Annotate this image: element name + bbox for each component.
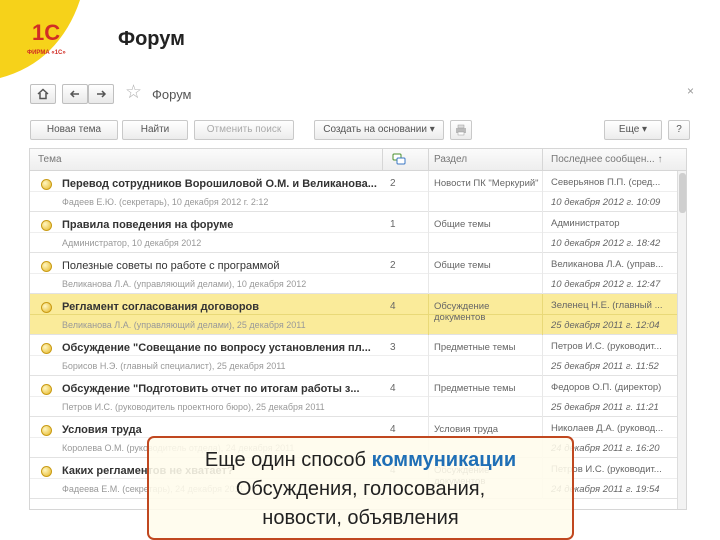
topic-title[interactable]: Полезные советы по работе с программой [62, 260, 382, 272]
star-icon[interactable]: ☆ [125, 82, 142, 104]
create-based-on-button[interactable]: Создать на основании ▾ [314, 120, 444, 140]
topic-status-icon [41, 179, 52, 190]
print-button[interactable] [450, 120, 472, 140]
table-row[interactable]: Обсуждение "Подготовить отчет по итогам … [30, 376, 686, 417]
topic-author: Петров И.С. (руководитель проектного бюр… [62, 402, 325, 412]
chevron-down-icon: ▾ [429, 124, 435, 135]
arrow-left-icon [69, 90, 79, 98]
forward-button[interactable] [88, 84, 114, 104]
home-icon [37, 88, 49, 100]
last-message-author: Великанова Л.А. (управ... [551, 259, 664, 270]
last-message-date: 25 декабря 2011 г. 12:04 [551, 320, 660, 331]
home-button[interactable] [30, 84, 56, 104]
topic-author: Великанова Л.А. (управляющий делами), 25… [62, 320, 306, 330]
topic-section: Общие темы [434, 219, 491, 230]
window-nav-bar: ☆ Форум × [24, 82, 700, 108]
command-bar: Новая тема Найти Отменить поиск Создать … [24, 118, 700, 142]
vertical-scrollbar[interactable] [677, 171, 686, 509]
more-label: Еще [618, 124, 640, 135]
topic-title[interactable]: Обсуждение "Совещание по вопросу установ… [62, 342, 382, 354]
callout-line-3: новости, объявления [262, 507, 459, 529]
chevron-down-icon: ▾ [642, 124, 648, 135]
message-count: 4 [390, 424, 396, 435]
last-message-date: 25 декабря 2011 г. 11:52 [551, 361, 659, 372]
close-icon[interactable]: × [687, 84, 694, 98]
logo-text: ФИРМА «1С» [27, 50, 66, 56]
messages-count-icon[interactable] [392, 153, 406, 166]
topic-section: Обсуждение документов [434, 301, 490, 323]
last-message-author: Зеленец Н.Е. (главный ... [551, 300, 663, 311]
callout-highlight: коммуникации [371, 449, 517, 471]
callout-line-1: Еще один способ коммуникации [149, 446, 572, 475]
topic-section: Предметные темы [434, 383, 516, 394]
topic-status-icon [41, 261, 52, 272]
topic-title[interactable]: Правила поведения на форуме [62, 219, 382, 231]
last-message-date: 10 декабря 2012 г. 12:47 [551, 279, 661, 290]
topic-status-icon [41, 220, 52, 231]
table-row[interactable]: Полезные советы по работе с программой Ве… [30, 253, 686, 294]
topic-section: Общие темы [434, 260, 491, 271]
message-count: 4 [390, 301, 396, 312]
topic-status-icon [41, 343, 52, 354]
create-based-on-label: Создать на основании [323, 124, 427, 135]
help-button[interactable]: ? [668, 120, 690, 140]
table-row[interactable]: Перевод сотрудников Ворошиловой О.М. и В… [30, 171, 686, 212]
message-count: 2 [390, 260, 396, 271]
last-message-date: 10 декабря 2012 г. 18:42 [551, 238, 661, 249]
topic-title[interactable]: Условия труда [62, 424, 382, 436]
scrollbar-thumb[interactable] [679, 173, 686, 213]
topic-section: Новости ПК "Меркурий" [434, 178, 539, 189]
message-count: 4 [390, 383, 396, 394]
last-message-author: Федоров О.П. (директор) [551, 382, 662, 393]
topic-section: Предметные темы [434, 342, 516, 353]
last-message-author: Северьянов П.П. (сред... [551, 177, 661, 188]
callout-line-1-prefix: Еще один способ [204, 449, 372, 471]
last-message-author: Администратор [551, 218, 620, 229]
table-row[interactable]: Регламент согласования договоров Великано… [30, 294, 686, 335]
topic-author: Фадеев Е.Ю. (секретарь), 10 декабря 2012… [62, 197, 269, 207]
new-topic-button[interactable]: Новая тема [30, 120, 118, 140]
window-title: Форум [152, 87, 192, 102]
callout-line-2: Обсуждения, голосования, [235, 478, 486, 500]
column-header-section[interactable]: Раздел [434, 154, 467, 165]
last-message-author: Николаев Д.А. (руковод... [551, 423, 664, 434]
callout-box: Еще один способ коммуникации Обсуждения,… [147, 436, 574, 540]
topic-status-icon [41, 384, 52, 395]
topic-author: Великанова Л.А. (управляющий делами), 10… [62, 279, 307, 289]
table-row[interactable]: Правила поведения на форуме Администратор… [30, 212, 686, 253]
topic-status-icon [41, 425, 52, 436]
print-icon [456, 124, 466, 136]
message-count: 2 [390, 178, 396, 189]
table-header: Тема Раздел Последнее сообщен... ↑ [30, 149, 686, 171]
topic-title[interactable]: Перевод сотрудников Ворошиловой О.М. и В… [62, 178, 382, 190]
last-message-date: 10 декабря 2012 г. 10:09 [551, 197, 661, 208]
find-button[interactable]: Найти [122, 120, 188, 140]
column-header-topic[interactable]: Тема [38, 154, 62, 165]
more-menu-button[interactable]: Еще ▾ [604, 120, 662, 140]
arrow-right-icon [97, 90, 107, 98]
column-header-last-message[interactable]: Последнее сообщен... ↑ [551, 154, 662, 165]
last-message-author: Петров И.С. (руководит... [551, 341, 662, 352]
slide-title: Форум [118, 28, 185, 50]
logo-mark: 1С [32, 20, 60, 45]
topic-title[interactable]: Регламент согласования договоров [62, 301, 382, 313]
topic-title[interactable]: Обсуждение "Подготовить отчет по итогам … [62, 383, 382, 395]
message-count: 1 [390, 219, 396, 230]
topic-section: Условия труда [434, 424, 499, 435]
table-row[interactable]: Обсуждение "Совещание по вопросу установ… [30, 335, 686, 376]
topic-author: Администратор, 10 декабря 2012 [62, 238, 202, 248]
topic-status-icon [41, 466, 52, 477]
topic-status-icon [41, 302, 52, 313]
topic-author: Борисов Н.Э. (главный специалист), 25 де… [62, 361, 286, 371]
cancel-search-button[interactable]: Отменить поиск [194, 120, 294, 140]
message-count: 3 [390, 342, 396, 353]
last-message-date: 25 декабря 2011 г. 11:21 [551, 402, 659, 413]
back-button[interactable] [62, 84, 88, 104]
1c-logo: 1С ФИРМА «1С» [0, 0, 80, 78]
